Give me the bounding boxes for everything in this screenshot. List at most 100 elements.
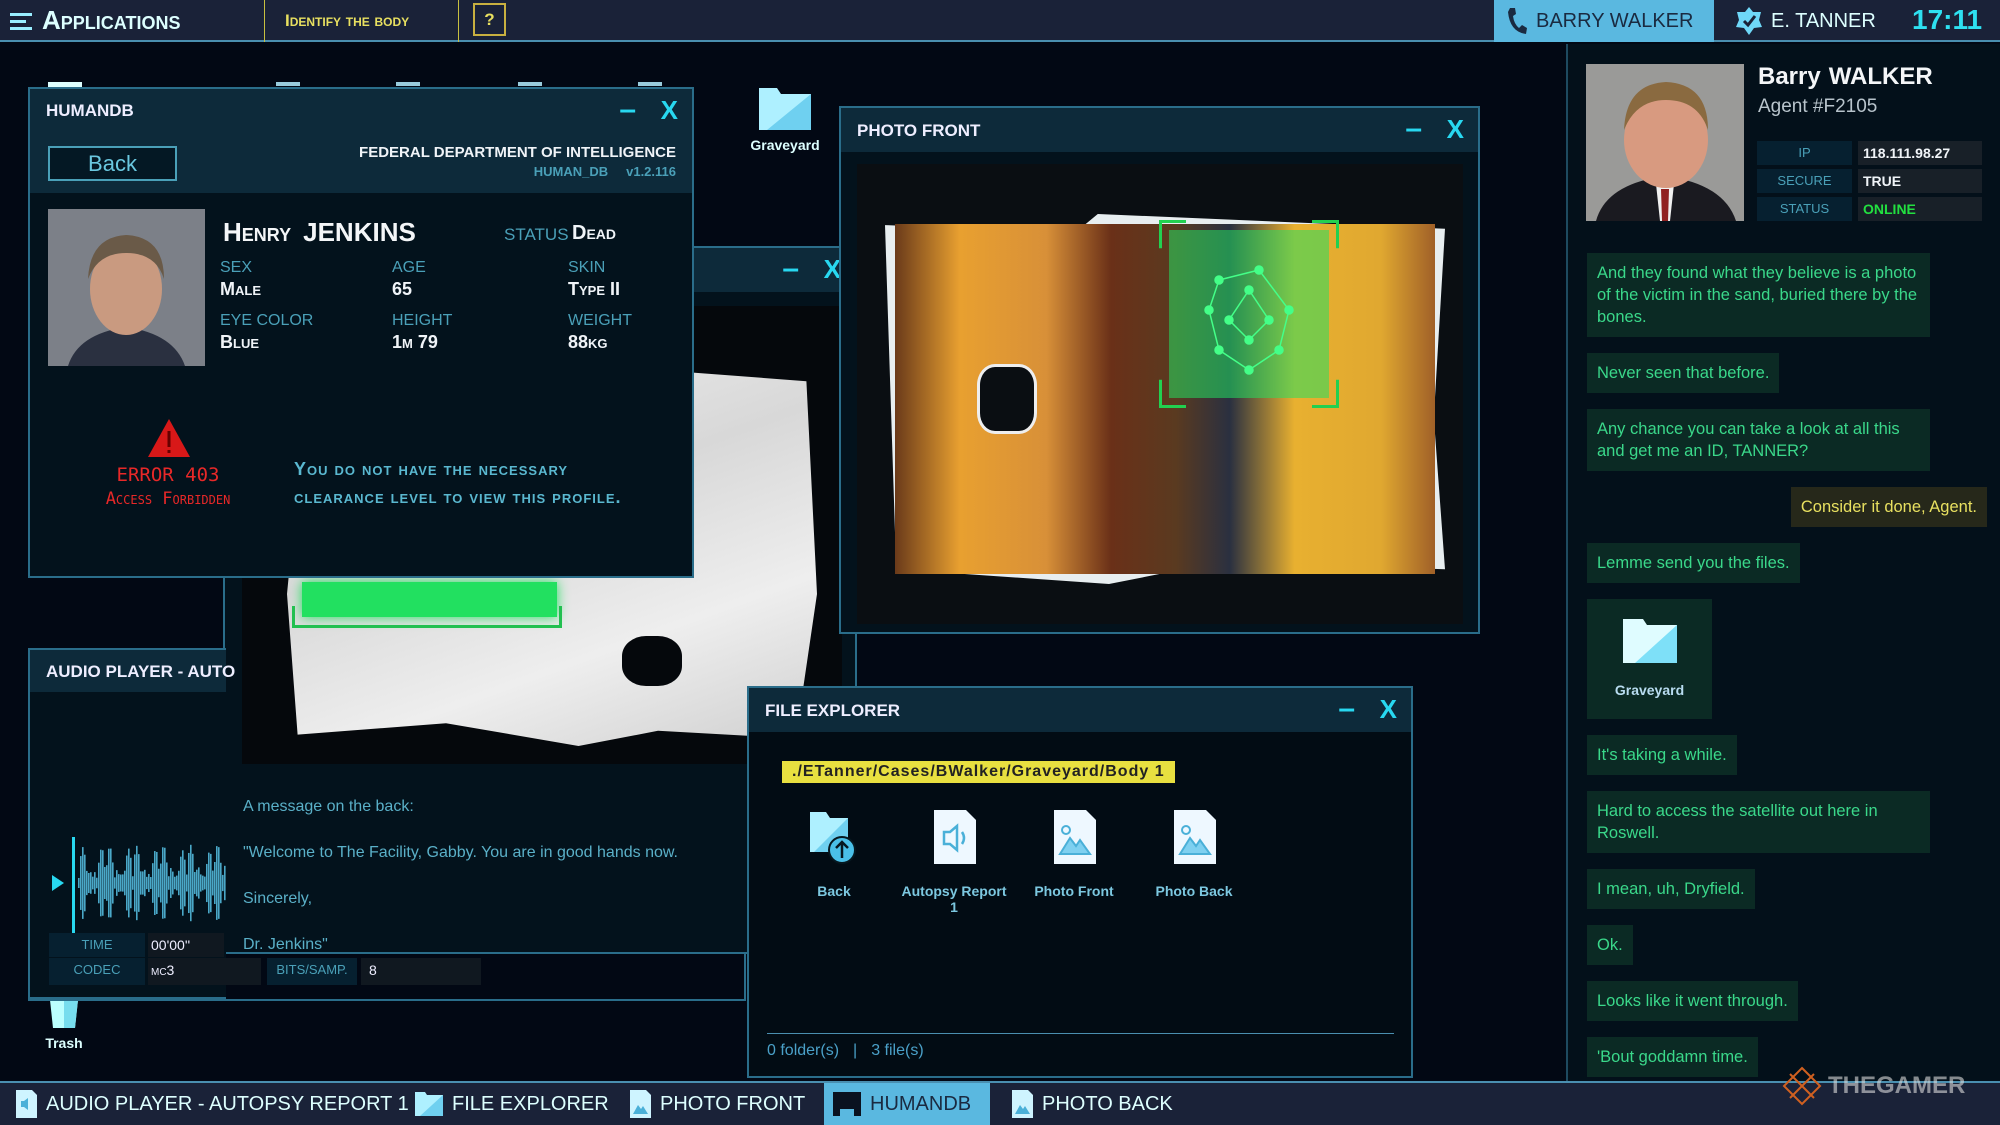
message-line: Sincerely,	[243, 890, 313, 907]
waveform-bar	[92, 876, 94, 890]
contact-tab[interactable]: BARRY WALKER	[1494, 0, 1714, 42]
file-item-photo-back[interactable]: Photo Back	[1139, 808, 1249, 899]
database-icon	[833, 1092, 861, 1116]
photo-front-image	[857, 164, 1463, 624]
app-version: HUMAN_DB v1.2.116	[534, 164, 676, 179]
chat-log[interactable]: And they found what they believe is a ph…	[1587, 253, 1987, 1077]
waveform-bar	[212, 870, 214, 896]
codec-label: CODEC	[49, 958, 145, 985]
desktop-icon-partial[interactable]	[396, 82, 420, 86]
status-value: ONLINE	[1858, 197, 1982, 221]
waveform[interactable]	[50, 835, 226, 935]
waveform-bar	[82, 847, 84, 919]
help-button[interactable]: ?	[473, 3, 506, 36]
minimize-button[interactable]: –	[1405, 112, 1422, 146]
taskbar-item-label: HUMANDB	[870, 1092, 972, 1115]
waveform-bar	[204, 876, 206, 890]
scan-bracket	[292, 606, 562, 628]
contact-photo	[1586, 64, 1744, 221]
waveform-bar	[88, 872, 90, 894]
time-label: TIME	[49, 933, 145, 957]
error-code: ERROR 403	[116, 464, 220, 486]
chat-message: Looks like it went through.	[1587, 981, 1798, 1021]
first-name: Henry	[223, 217, 292, 247]
applications-menu[interactable]: Applications	[10, 5, 180, 36]
task-title: Identify the body	[285, 11, 410, 30]
folder-count: 0 folder(s)	[767, 1042, 840, 1059]
taskbar-item-audio-player[interactable]: AUDIO PLAYER - AUTOPSY REPORT 1	[6, 1083, 417, 1125]
contact-name: BARRY WALKER	[1536, 9, 1694, 32]
waveform-bar	[220, 862, 222, 904]
humandb-window: HUMANDB – X Back FEDERAL DEPARTMENT OF I…	[28, 87, 694, 578]
agent-id: Agent #F2105	[1758, 96, 1878, 117]
waveform-bar	[196, 869, 198, 897]
taskbar-item-photo-back[interactable]: PHOTO BACK	[1002, 1083, 1181, 1125]
field-label: HEIGHT	[392, 312, 453, 329]
watermark-text: THEGAMER	[1828, 1072, 1966, 1099]
minimize-button[interactable]: –	[1338, 692, 1355, 726]
chat-attachment-graveyard[interactable]: Graveyard	[1587, 599, 1712, 719]
taskbar-item-label: PHOTO FRONT	[660, 1092, 806, 1115]
waveform-bar	[156, 851, 158, 915]
attachment-label: Graveyard	[1614, 682, 1685, 698]
taskbar-item-humandb[interactable]: HUMANDB	[824, 1083, 990, 1125]
window-title: HUMANDB	[46, 101, 134, 120]
waveform-bar	[180, 856, 182, 910]
waveform-bar	[210, 853, 212, 913]
image-file-icon	[1012, 1090, 1033, 1118]
ip-value: 118.111.98.27	[1858, 141, 1982, 165]
error-message: You do not have the necessary clearance …	[294, 455, 622, 511]
clock: 17:11	[1912, 4, 1983, 35]
desktop-icon-partial[interactable]	[276, 82, 300, 86]
file-item-back[interactable]: Back	[779, 808, 889, 899]
image-file-icon	[1054, 810, 1096, 864]
photo-front-window: PHOTO FRONT – X	[839, 106, 1480, 634]
time-value: 00'00''	[148, 933, 224, 957]
minimize-button[interactable]: –	[619, 93, 636, 127]
waveform-bar	[138, 854, 140, 912]
waveform-bar	[186, 874, 188, 892]
photo-hole	[977, 364, 1037, 434]
back-button[interactable]: Back	[48, 146, 177, 181]
folder-icon	[415, 1092, 443, 1116]
divider	[767, 1033, 1394, 1034]
taskbar-item-file-explorer[interactable]: FILE EXPLORER	[406, 1083, 617, 1125]
waveform-bar	[190, 844, 192, 922]
waveform-bar	[150, 877, 152, 889]
taskbar-item-label: PHOTO BACK	[1042, 1092, 1173, 1115]
subject-photo	[48, 209, 205, 366]
version: v1.2.116	[626, 164, 676, 179]
waveform-bar	[148, 873, 150, 893]
waveform-bar	[170, 868, 172, 898]
desktop-trash[interactable]: Trash	[36, 1000, 92, 1051]
phone-icon	[1508, 8, 1527, 34]
close-button[interactable]: X	[1380, 694, 1397, 725]
user-name: E. TANNER	[1771, 9, 1876, 32]
desktop-graveyard-folder[interactable]: Graveyard	[745, 82, 825, 153]
waveform-bar	[160, 863, 162, 903]
waveform-bar	[84, 854, 86, 912]
desktop-icon-partial[interactable]	[518, 82, 542, 86]
contact-name: Barry WALKER	[1758, 63, 1933, 91]
file-item-autopsy-report[interactable]: Autopsy Report 1	[899, 808, 1009, 915]
path-bar[interactable]: ./ETanner/Cases/BWalker/Graveyard/Body 1	[782, 761, 1175, 783]
desktop-icon-partial[interactable]	[638, 82, 662, 86]
waveform-bar	[214, 861, 216, 905]
user-badge[interactable]: E. TANNER	[1735, 0, 1876, 42]
file-item-photo-front[interactable]: Photo Front	[1019, 808, 1129, 899]
close-button[interactable]: X	[1447, 114, 1464, 145]
close-button[interactable]: X	[661, 95, 678, 126]
paper-hole	[622, 636, 682, 686]
waveform-bar	[128, 848, 130, 918]
minimize-button[interactable]: –	[782, 252, 799, 286]
folder-icon	[759, 88, 811, 130]
audio-file-icon	[934, 810, 976, 864]
error-message-line: You do not have the necessary	[294, 459, 569, 479]
waveform-bar	[106, 865, 108, 901]
field-value: 65	[392, 279, 413, 299]
folder-icon	[1622, 619, 1677, 663]
field-label: AGE	[392, 259, 426, 276]
waveform-bar	[176, 875, 178, 891]
subject-name: Henry JENKINS	[223, 217, 416, 248]
taskbar-item-photo-front[interactable]: PHOTO FRONT	[620, 1083, 813, 1125]
